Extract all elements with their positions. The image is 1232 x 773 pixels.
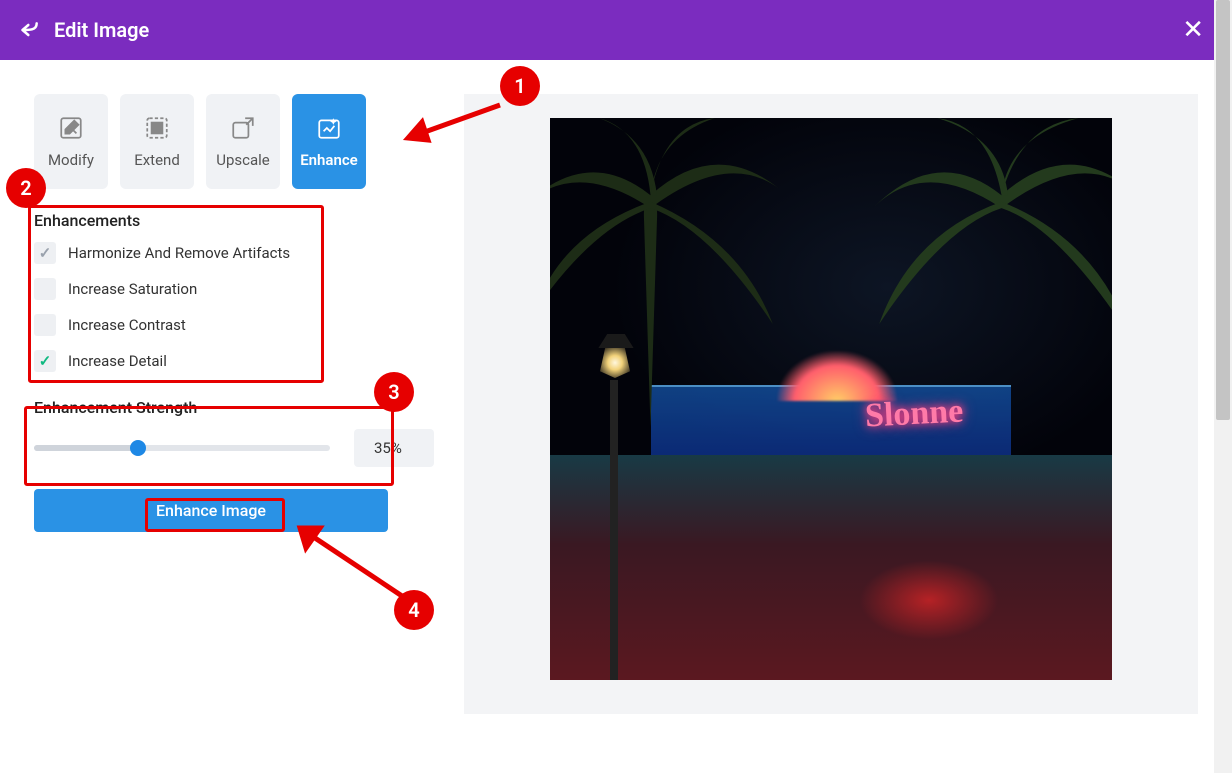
tab-label: Extend xyxy=(134,151,180,169)
checkbox-contrast[interactable] xyxy=(34,314,56,336)
option-detail: Increase Detail xyxy=(34,350,434,372)
strength-row: 35% xyxy=(34,429,434,467)
option-label: Increase Detail xyxy=(68,352,167,370)
strength-title: Enhancement Strength xyxy=(34,398,434,417)
sidebar: Modify Extend Upscale Enhance xyxy=(34,94,434,714)
tab-label: Modify xyxy=(48,151,94,169)
tab-extend[interactable]: Extend xyxy=(120,94,194,189)
tab-label: Upscale xyxy=(216,151,270,169)
back-icon[interactable] xyxy=(20,21,40,39)
option-label: Increase Saturation xyxy=(68,280,197,298)
option-saturation: Increase Saturation xyxy=(34,278,434,300)
header-left: Edit Image xyxy=(20,18,149,42)
enhance-icon xyxy=(316,115,342,141)
option-contrast: Increase Contrast xyxy=(34,314,434,336)
option-label: Increase Contrast xyxy=(68,316,186,334)
checkbox-detail[interactable] xyxy=(34,350,56,372)
tab-label: Enhance xyxy=(300,151,358,169)
option-label: Harmonize And Remove Artifacts xyxy=(68,244,290,262)
tab-bar: Modify Extend Upscale Enhance xyxy=(34,94,434,189)
preview-image: Slonne xyxy=(550,118,1112,680)
header-bar: Edit Image ✕ xyxy=(0,0,1232,60)
tab-upscale[interactable]: Upscale xyxy=(206,94,280,189)
extend-icon xyxy=(144,115,170,141)
slider-fill xyxy=(34,445,138,451)
tab-modify[interactable]: Modify xyxy=(34,94,108,189)
vertical-scrollbar[interactable] xyxy=(1214,0,1232,773)
enhance-image-button[interactable]: Enhance Image xyxy=(34,489,388,532)
modify-icon xyxy=(58,115,84,141)
preview-panel: Slonne xyxy=(464,94,1198,714)
content-area: Modify Extend Upscale Enhance xyxy=(0,60,1232,714)
upscale-icon xyxy=(230,115,256,141)
strength-slider[interactable] xyxy=(34,445,330,451)
slider-thumb[interactable] xyxy=(130,440,146,456)
checkbox-saturation[interactable] xyxy=(34,278,56,300)
page-title: Edit Image xyxy=(54,18,149,42)
option-harmonize: Harmonize And Remove Artifacts xyxy=(34,242,434,264)
tab-enhance[interactable]: Enhance xyxy=(292,94,366,189)
checkbox-harmonize[interactable] xyxy=(34,242,56,264)
enhancements-title: Enhancements xyxy=(34,211,434,230)
strength-value: 35% xyxy=(354,429,434,467)
scrollbar-thumb[interactable] xyxy=(1216,0,1230,420)
close-icon[interactable]: ✕ xyxy=(1174,11,1212,49)
